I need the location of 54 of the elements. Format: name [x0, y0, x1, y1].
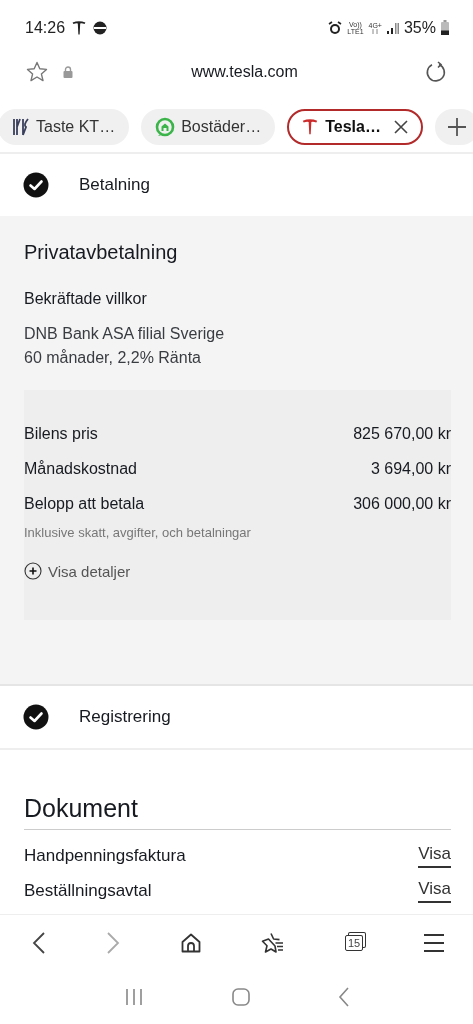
note-text: Inklusive skatt, avgifter, och betalningar [24, 525, 252, 540]
alarm-icon [328, 20, 343, 35]
bookmarks-button[interactable] [261, 931, 286, 954]
view-link[interactable]: Visa [418, 843, 451, 868]
step-title: Registrering [79, 707, 171, 727]
browser-tab[interactable]: Tesla… [287, 109, 423, 145]
url-text[interactable]: www.tesla.com [87, 63, 402, 81]
price-value: 825 670,00 kr [353, 424, 451, 443]
section-title: Privatavbetalning [24, 241, 179, 264]
document-name: Handpenningsfaktura [24, 845, 186, 866]
battery-percent: 35% [403, 18, 436, 37]
section-title: Dokument [24, 794, 451, 830]
new-tab-button[interactable] [434, 109, 473, 145]
star-icon[interactable] [25, 60, 49, 84]
chevron-left-icon [32, 930, 46, 955]
price-value: 3 694,00 kr [370, 459, 451, 478]
star-list-icon [261, 931, 286, 954]
signal-icon [386, 21, 399, 34]
home-icon [179, 931, 202, 954]
browser-tab[interactable]: Bostäder… [141, 109, 276, 145]
circle-icon [93, 20, 108, 35]
house-bubble-icon [155, 117, 176, 137]
plus-circle-icon [24, 562, 42, 580]
home-button[interactable] [179, 931, 202, 954]
back-button[interactable] [32, 930, 46, 955]
back-icon[interactable] [337, 987, 350, 1007]
plus-icon [446, 117, 467, 137]
reload-icon[interactable] [424, 60, 448, 84]
home-icon[interactable] [230, 987, 251, 1007]
battery-icon [441, 20, 449, 35]
data-arrows-icon [371, 28, 380, 34]
price-label: Belopp att betala [24, 494, 145, 513]
price-value: 306 000,00 kr [353, 494, 451, 513]
price-label: Bilens pris [24, 424, 98, 443]
browser-tab[interactable]: Taste KT… [0, 109, 130, 145]
step-title: Betalning [79, 175, 150, 195]
recent-apps-icon[interactable] [123, 987, 144, 1007]
chevron-right-icon [105, 930, 120, 955]
document-name: Beställningsavtal [24, 880, 152, 901]
show-details-link[interactable]: Visa detaljer [24, 562, 451, 580]
terms-heading: Bekräftade villkor [24, 290, 148, 308]
view-link[interactable]: Visa [418, 878, 451, 903]
tab-count[interactable]: 15 [345, 934, 364, 951]
menu-button[interactable] [423, 932, 445, 953]
status-time: 14:26 [25, 18, 66, 37]
tesla-logo-icon [301, 118, 320, 136]
tesla-logo-icon [71, 19, 88, 36]
terms-text: DNB Bank ASA filial Sverige [24, 324, 226, 344]
menu-icon [423, 932, 445, 953]
price-label: Månadskostnad [24, 459, 137, 478]
cutlery-icon [12, 117, 30, 137]
terms-text: 60 månader, 2,2% Ränta [24, 348, 202, 368]
close-icon[interactable] [392, 119, 409, 135]
lock-icon [63, 66, 73, 78]
